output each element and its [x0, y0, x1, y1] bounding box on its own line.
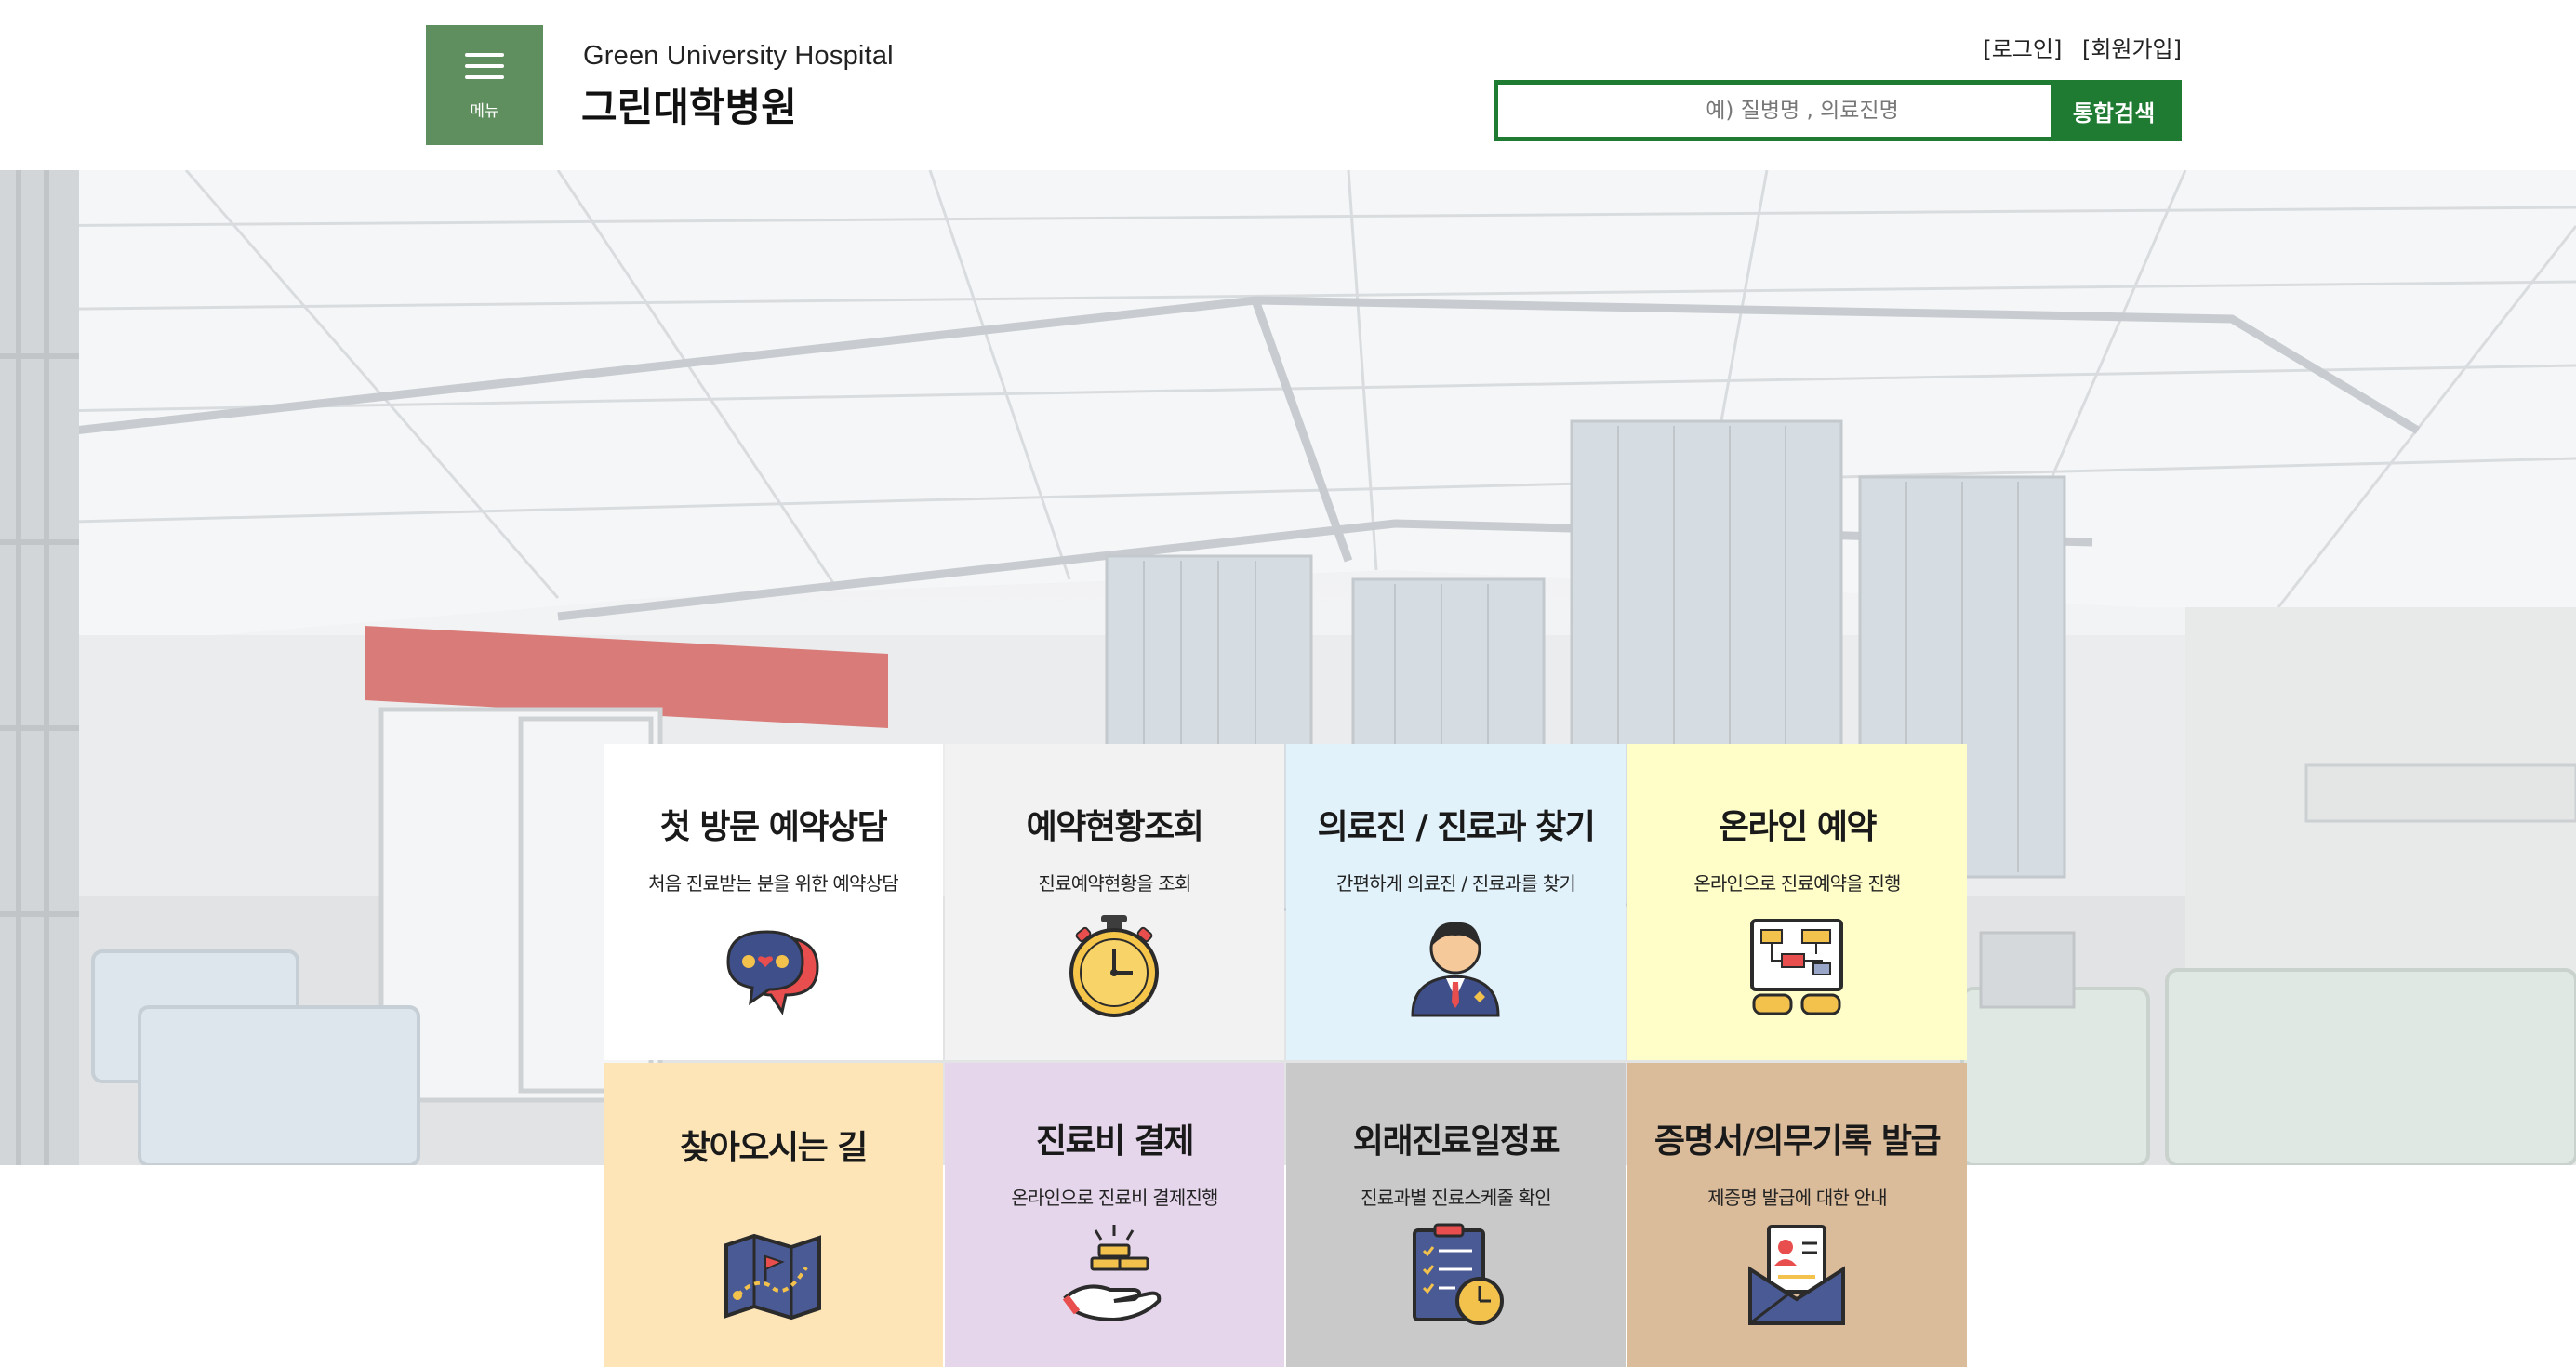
tile-subtitle: 간편하게 의료진 / 진료과를 찾기 — [1336, 872, 1576, 895]
page: 메뉴 Green University Hospital 그린대학병원 [로그인… — [0, 0, 2576, 1367]
tile-title: 진료비 결제 — [1035, 1122, 1195, 1161]
tile-find-doctor[interactable]: 의료진 / 진료과 찾기 간편하게 의료진 / 진료과를 찾기 — [1286, 744, 1626, 1060]
certificate-envelope-icon — [1748, 1225, 1845, 1325]
search-button[interactable]: 통합검색 — [2051, 85, 2177, 137]
logo-english[interactable]: Green University Hospital — [583, 41, 894, 72]
hamburger-icon — [465, 53, 504, 79]
coins-hand-icon — [1062, 1225, 1162, 1322]
tile-title: 의료진 / 진료과 찾기 — [1317, 808, 1596, 846]
tile-subtitle: 온라인으로 진료예약을 진행 — [1693, 872, 1901, 895]
stopwatch-icon — [1069, 915, 1159, 1017]
tile-title: 온라인 예약 — [1718, 808, 1878, 846]
menu-button[interactable]: 메뉴 — [426, 25, 543, 145]
tile-title: 예약현황조회 — [1026, 808, 1204, 846]
tile-subtitle: 진료과별 진료스케줄 확인 — [1361, 1187, 1552, 1209]
chat-bubbles-icon — [726, 930, 819, 1015]
login-link[interactable]: [로그인] — [1983, 36, 2062, 62]
logo-korean[interactable]: 그린대학병원 — [581, 76, 797, 133]
tile-certificates[interactable]: 증명서/의무기록 발급 제증명 발급에 대한 안내 — [1627, 1063, 1967, 1367]
quick-menu-grid: 첫 방문 예약상담 처음 진료받는 분을 위한 예약상담 예약현황조회 진료예약… — [604, 744, 1967, 1367]
site-header: 메뉴 Green University Hospital 그린대학병원 [로그인… — [0, 0, 2576, 170]
tile-online-reservation[interactable]: 온라인 예약 온라인으로 진료예약을 진행 — [1627, 744, 1967, 1060]
tile-subtitle: 진료예약현황을 조회 — [1038, 872, 1192, 895]
tile-first-visit[interactable]: 첫 방문 예약상담 처음 진료받는 분을 위한 예약상담 — [604, 744, 943, 1060]
search-input[interactable] — [1498, 85, 2051, 137]
flowchart-board-icon — [1750, 919, 1843, 1015]
tile-title: 찾아오시는 길 — [680, 1129, 868, 1167]
tile-directions[interactable]: 찾아오시는 길 — [604, 1063, 943, 1367]
tile-subtitle: 제증명 발급에 대한 안내 — [1707, 1187, 1887, 1209]
tile-payment[interactable]: 진료비 결제 온라인으로 진료비 결제진행 — [945, 1063, 1284, 1367]
schedule-clipboard-icon — [1413, 1223, 1504, 1325]
tile-title: 증명서/의무기록 발급 — [1653, 1122, 1942, 1161]
map-icon — [724, 1233, 821, 1321]
doctor-icon — [1411, 922, 1500, 1017]
tile-outpatient-schedule[interactable]: 외래진료일정표 진료과별 진료스케줄 확인 — [1286, 1063, 1626, 1367]
signup-link[interactable]: [회원가입] — [2082, 36, 2182, 62]
tile-subtitle: 처음 진료받는 분을 위한 예약상담 — [648, 872, 898, 895]
menu-label: 메뉴 — [470, 102, 499, 121]
tile-title: 첫 방문 예약상담 — [659, 808, 888, 846]
tile-reservation-status[interactable]: 예약현황조회 진료예약현황을 조회 — [945, 744, 1284, 1060]
search-box: 통합검색 — [1494, 80, 2182, 141]
tile-title: 외래진료일정표 — [1352, 1122, 1560, 1161]
tile-subtitle: 온라인으로 진료비 결제진행 — [1011, 1187, 1218, 1209]
account-links: [로그인] [회원가입] — [1970, 31, 2182, 63]
